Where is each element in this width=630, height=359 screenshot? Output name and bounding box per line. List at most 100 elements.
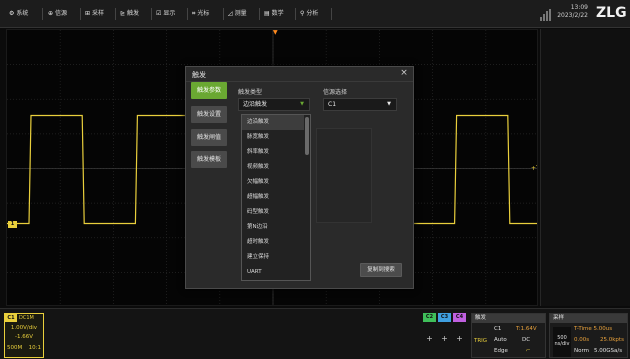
acquisition-mode: Norm [574, 348, 590, 354]
dropdown-item[interactable]: 建立保持 [242, 250, 304, 265]
menu-divider [223, 8, 224, 20]
ch1-coupling: DC1M [19, 315, 34, 321]
menu-display[interactable]: ☑ 显示 [156, 8, 175, 20]
menu-math[interactable]: ▤ 数学 [264, 8, 284, 20]
menu-label: 采样 [92, 10, 105, 17]
menu-acquire[interactable]: ⊞ 采样 [85, 8, 104, 20]
trigger-box-title: 触发 [472, 314, 545, 323]
measure-icon: ◿ [228, 10, 233, 17]
menu-label: 系统 [16, 10, 29, 17]
menu-label: 信源 [55, 10, 68, 17]
trigger-level-marker[interactable]: +T [531, 166, 537, 172]
chevron-down-icon: ▼ [300, 101, 304, 107]
menu-divider [115, 8, 116, 20]
dropdown-item[interactable]: 边沿触发 [242, 115, 304, 130]
menu-divider [259, 8, 260, 20]
menu-label: 测量 [234, 10, 247, 17]
channel-buttons: C2 C3 C4 + + + [423, 313, 469, 358]
menu-label: 显示 [163, 10, 176, 17]
add-c4-button[interactable]: + [453, 333, 466, 345]
menu-measure[interactable]: ◿ 测量 [228, 8, 247, 20]
trigger-type-label: 触发类型 [238, 89, 263, 96]
dropdown-scrollbar[interactable] [305, 117, 309, 155]
tab-trigger-params[interactable]: 触发参数 [191, 82, 227, 99]
acquire-icon: ⊞ [85, 10, 91, 17]
menu-label: 数学 [271, 10, 284, 17]
search-icon: ⚲ [300, 10, 305, 17]
add-c3-button[interactable]: + [438, 333, 451, 345]
source-icon: ⊕ [48, 10, 54, 17]
memory-depth: 25.0kpts [600, 337, 624, 343]
trigger-position-marker[interactable]: ▼ [273, 30, 278, 36]
trigger-type-value: 边沿触发 [243, 101, 268, 108]
rising-edge-icon: ⌐ [526, 348, 531, 354]
ch1-settings-box[interactable]: C1 DC1M 1.00V/div -1.66V 500M 10:1 [4, 313, 44, 358]
source-label: 信源选择 [323, 89, 348, 96]
dropdown-item[interactable]: 超幅触发 [242, 190, 304, 205]
menu-divider [151, 8, 152, 20]
menu-label: 分析 [306, 10, 319, 17]
trigger-source: C1 [494, 326, 502, 332]
close-icon[interactable]: × [399, 68, 409, 78]
trigger-type: Edge [494, 348, 508, 354]
ch1-offset-marker[interactable]: 1 [8, 221, 17, 228]
menu-cursor[interactable]: ⌗ 光标 [192, 8, 209, 20]
menu-divider [295, 8, 296, 20]
math-icon: ▤ [264, 10, 270, 17]
tab-c3[interactable]: C3 [438, 313, 451, 322]
menu-divider [80, 8, 81, 20]
dropdown-item[interactable]: 脉宽触发 [242, 130, 304, 145]
dropdown-item[interactable]: 第N边沿 [242, 220, 304, 235]
copy-to-search-button[interactable]: 复制到搜索 [360, 263, 402, 277]
menu-label: 触发 [127, 10, 140, 17]
oscilloscope-screen: ⚙ 系统 ⊕ 信源 ⊞ 采样 ⊵ 触发 ☑ 显示 ⌗ 光标 ◿ 测量 ▤ 数学 ⚲ 分析 13:0… [0, 0, 630, 359]
ch1-name: C1 [5, 314, 17, 322]
tab-trigger-settings[interactable]: 触发设置 [191, 106, 227, 123]
trigger-level: T:1.64V [516, 326, 537, 332]
gear-icon: ⚙ [9, 10, 15, 17]
add-c2-button[interactable]: + [423, 333, 436, 345]
ch1-probe: 10:1 [28, 345, 41, 351]
menu-system[interactable]: ⚙ 系统 [9, 8, 28, 20]
trig-label: TRIG [474, 338, 488, 344]
trigger-coupling: DC [522, 337, 531, 343]
horizontal-delay: 0.00s [574, 337, 590, 343]
trigger-type-select[interactable]: 边沿触发 ▼ [238, 98, 310, 111]
right-side-panel [540, 29, 630, 306]
tab-trigger-template[interactable]: 触发模板 [191, 151, 227, 168]
cursor-icon: ⌗ [192, 10, 196, 17]
settings-panel [316, 128, 372, 223]
clock-time: 13:09 [570, 4, 588, 11]
trigger-dialog: 触发 × 触发参数 触发设置 触发闸值 触发模板 触发类型 边沿触发 ▼ 信源选… [185, 66, 414, 289]
acquisition-box-title: 采样 [550, 314, 627, 323]
dropdown-item[interactable]: 斜率触发 [242, 145, 304, 160]
menu-source[interactable]: ⊕ 信源 [48, 8, 67, 20]
tab-c4[interactable]: C4 [453, 313, 466, 322]
ch1-header: C1 DC1M [5, 314, 43, 322]
trigger-mode: Auto [494, 337, 507, 343]
brand-logo: ZLG [596, 5, 627, 21]
source-select[interactable]: C1 ▼ [323, 98, 397, 111]
menu-trigger[interactable]: ⊵ 触发 [120, 8, 139, 20]
dropdown-item[interactable]: 欠幅触发 [242, 175, 304, 190]
timebase-box[interactable]: 500 ns/div [553, 327, 571, 357]
tab-c2[interactable]: C2 [423, 313, 436, 322]
display-icon: ☑ [156, 10, 162, 17]
dropdown-item[interactable]: 超时触发 [242, 235, 304, 250]
dropdown-item[interactable]: UART [242, 265, 304, 280]
source-value: C1 [328, 101, 337, 108]
sample-rate: 5.00GSa/s [594, 348, 623, 354]
tab-trigger-threshold[interactable]: 触发闸值 [191, 129, 227, 146]
dropdown-item[interactable]: 码型触发 [242, 205, 304, 220]
bottom-status-bar: C1 DC1M 1.00V/div -1.66V 500M 10:1 C2 C3… [0, 308, 630, 359]
dropdown-item[interactable]: 视频触发 [242, 160, 304, 175]
dialog-title: 触发 [192, 71, 206, 79]
trigger-status-box[interactable]: 触发 TRIG C1 T:1.64V Auto DC Edge ⌐ [471, 313, 546, 358]
menu-label: 光标 [197, 10, 210, 17]
trigger-type-dropdown: 边沿触发 脉宽触发 斜率触发 视频触发 欠幅触发 超幅触发 码型触发 第N边沿 … [241, 114, 311, 281]
menu-analysis[interactable]: ⚲ 分析 [300, 8, 318, 20]
chevron-down-icon: ▼ [387, 101, 391, 107]
top-menu-bar: ⚙ 系统 ⊕ 信源 ⊞ 采样 ⊵ 触发 ☑ 显示 ⌗ 光标 ◿ 测量 ▤ 数学 ⚲ 分析 13:0… [0, 0, 630, 28]
menu-divider [187, 8, 188, 20]
acquisition-status-box[interactable]: 采样 500 ns/div T-Time 5.00us 0.00s 25.0kp… [549, 313, 628, 358]
